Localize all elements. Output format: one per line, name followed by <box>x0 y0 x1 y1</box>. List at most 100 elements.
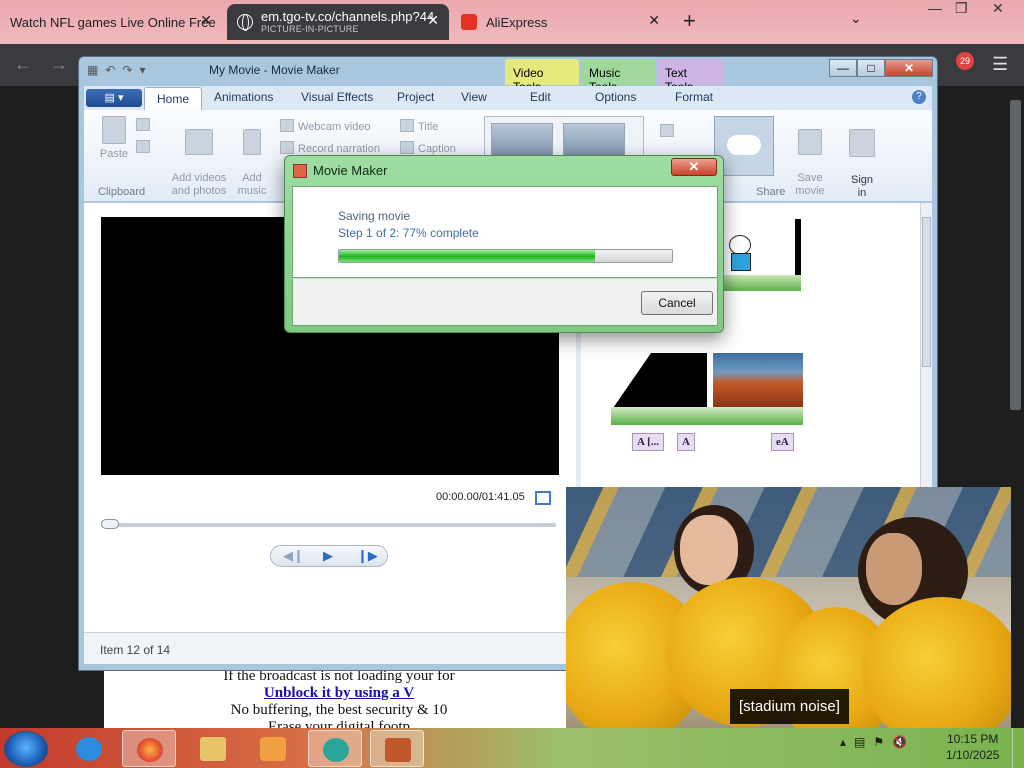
extension-badge[interactable]: 29 <box>956 52 974 70</box>
tab-edit[interactable]: Edit <box>530 90 551 104</box>
user-icon <box>849 129 875 157</box>
save-movie-button[interactable]: Save movie <box>788 116 832 198</box>
minimize-icon[interactable]: — <box>829 59 857 77</box>
add-music-label: Add music <box>237 172 267 197</box>
next-frame-icon[interactable]: ❙▶ <box>357 548 378 564</box>
tab-close-icon[interactable]: ✕ <box>427 12 439 29</box>
cut-icon[interactable] <box>136 118 154 132</box>
tab-title: AliExpress <box>486 14 548 30</box>
firefox-icon <box>137 738 163 762</box>
file-menu-button[interactable]: ▤ ▾ <box>86 89 142 107</box>
item-count: Item 12 of 14 <box>100 643 171 657</box>
webpage-content: If the broadcast is not loading your for… <box>104 668 574 732</box>
clipboard-group-label: Clipboard <box>98 186 146 198</box>
tab-view[interactable]: View <box>461 90 487 104</box>
previous-frame-icon[interactable]: ◀❙ <box>283 548 304 564</box>
caption-item[interactable]: eA <box>771 433 794 451</box>
copy-icon[interactable] <box>136 140 154 154</box>
taskbar-app[interactable] <box>308 730 362 767</box>
taskbar-media-player[interactable] <box>246 730 300 767</box>
rotate-icon[interactable] <box>660 124 678 138</box>
start-button[interactable] <box>4 731 48 767</box>
tab-options[interactable]: Options <box>595 90 636 104</box>
save-movie-icon <box>798 129 822 155</box>
paste-label: Paste <box>99 148 129 160</box>
webpage-line: No buffering, the best security & 10 <box>230 702 448 718</box>
paste-button[interactable]: Paste <box>94 116 134 161</box>
seek-handle[interactable] <box>101 519 119 529</box>
tab-text-tools[interactable]: Text Tools <box>657 59 723 94</box>
pompom <box>862 597 1011 740</box>
tab-visual-effects[interactable]: Visual Effects <box>301 90 373 104</box>
caption-item[interactable]: A <box>677 433 695 451</box>
taskbar-firefox[interactable] <box>122 730 176 767</box>
tab-title: em.tgo-tv.co/channels.php?44 <box>261 9 435 24</box>
clip-thumbnail-canyon <box>713 353 803 407</box>
unblock-link[interactable]: Unblock it by using a V <box>104 685 574 702</box>
cancel-button[interactable]: Cancel <box>641 291 713 315</box>
clock[interactable]: 10:15 PM 1/10/2025 <box>946 731 999 763</box>
taskbar-file-explorer[interactable] <box>186 730 240 767</box>
tab-video-tools[interactable]: Video Tools <box>505 59 579 94</box>
webcam-video-button[interactable]: Webcam video <box>280 119 371 133</box>
tab-aliexpress[interactable]: AliExpress ✕ <box>455 4 670 40</box>
sign-in-button[interactable]: Sign in <box>844 116 880 200</box>
save-movie-label: Save movie <box>795 172 825 197</box>
seek-bar[interactable] <box>101 523 556 527</box>
caption-item[interactable]: A [... <box>632 433 664 451</box>
play-icon[interactable]: ▶ <box>323 548 333 564</box>
restore-icon[interactable]: ❐ <box>955 0 968 17</box>
tab-pip-active[interactable]: em.tgo-tv.co/channels.php?44 PICTURE-IN-… <box>227 4 449 40</box>
dialog-close-button[interactable]: ✕ <box>671 158 717 176</box>
menu-icon[interactable]: ☰ <box>992 54 1008 75</box>
saving-dialog: Movie Maker ✕ Saving movie Step 1 of 2: … <box>284 155 724 333</box>
minimize-icon[interactable]: — <box>928 0 942 16</box>
scrollbar-thumb[interactable] <box>922 217 931 367</box>
taskbar-movie-maker[interactable] <box>370 730 424 767</box>
clipboard-icon <box>102 116 126 144</box>
help-icon[interactable]: ? <box>912 90 926 104</box>
window-close-icon[interactable]: ✕ <box>992 0 1004 17</box>
record-narration-button[interactable]: Record narration <box>280 141 380 155</box>
add-videos-label: Add videos and photos <box>171 172 227 197</box>
tab-home[interactable]: Home <box>144 87 203 111</box>
tab-project[interactable]: Project <box>397 90 434 104</box>
dialog-title: Movie Maker <box>313 163 388 178</box>
add-videos-button[interactable]: Add videos and photos <box>166 116 232 198</box>
playback-controls: ◀❙ ▶ ❙▶ <box>270 545 388 567</box>
media-player-icon <box>260 737 286 761</box>
tab-close-icon[interactable]: ✕ <box>200 12 212 29</box>
tab-format[interactable]: Format <box>675 90 713 104</box>
cartoon-body <box>731 253 751 271</box>
audio-track <box>611 407 803 425</box>
storyboard-clip[interactable] <box>611 353 803 443</box>
browser-tab-strip: Watch NFL games Live Online Free ✕ em.tg… <box>0 0 1024 44</box>
tab-animations[interactable]: Animations <box>214 90 273 104</box>
back-arrow-icon[interactable]: ← <box>14 54 32 75</box>
fullscreen-icon[interactable] <box>535 491 551 505</box>
tab-title: Watch NFL games Live Online Free <box>10 14 216 30</box>
video-caption: [stadium noise] <box>730 689 849 724</box>
tab-list-chevron-icon[interactable]: ⌄ <box>850 10 862 27</box>
clock-time: 10:15 PM <box>947 732 999 746</box>
forward-arrow-icon[interactable]: → <box>50 54 68 75</box>
window-close-icon[interactable]: ✕ <box>885 59 933 77</box>
maximize-icon[interactable]: □ <box>857 59 885 77</box>
window-title: My Movie - Movie Maker <box>209 63 340 77</box>
share-group-label: Share <box>756 186 786 198</box>
taskbar-internet-explorer[interactable] <box>62 730 116 767</box>
show-desktop-button[interactable] <box>1012 728 1024 768</box>
scrollbar-thumb[interactable] <box>1010 100 1021 410</box>
add-music-button[interactable]: Add music <box>234 116 270 198</box>
system-tray[interactable]: ▴▤⚑🔇 <box>840 735 915 749</box>
quick-access-toolbar[interactable]: ▦↶↷▾ <box>87 63 152 77</box>
movie-maker-icon <box>385 738 411 762</box>
tab-nfl[interactable]: Watch NFL games Live Online Free ✕ <box>0 4 222 40</box>
caption-button[interactable]: Caption <box>400 141 456 155</box>
title-button[interactable]: Title <box>400 119 438 133</box>
clip-thumbnail <box>611 353 707 411</box>
tab-music-tools[interactable]: Music Tools <box>581 59 655 94</box>
progress-text: Step 1 of 2: 77% complete <box>338 226 479 240</box>
new-tab-button[interactable]: + <box>683 8 696 34</box>
tab-close-icon[interactable]: ✕ <box>648 12 660 29</box>
